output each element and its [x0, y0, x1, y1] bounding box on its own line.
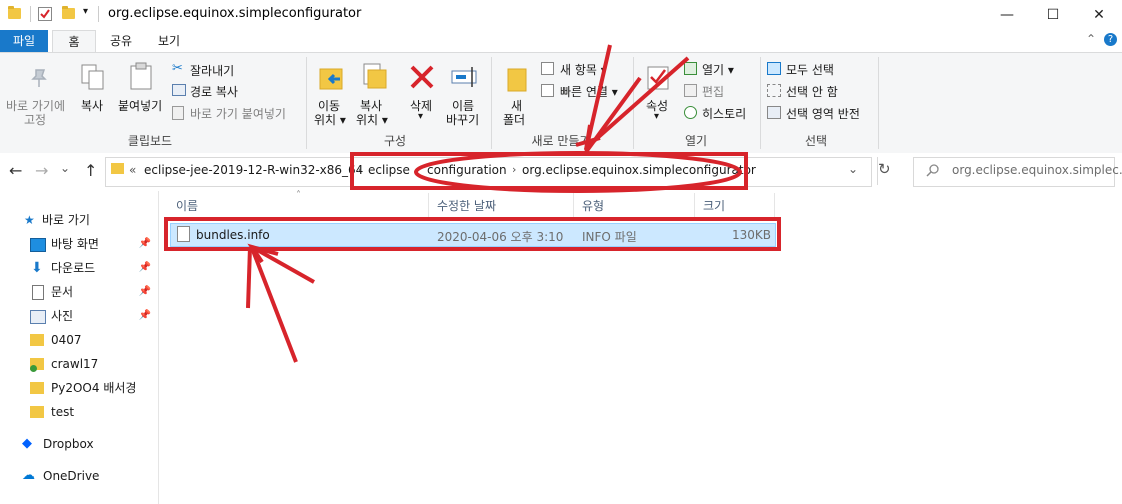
annotation-arrow-file-3	[250, 247, 298, 363]
annotation-arrowhead-address	[575, 124, 601, 151]
annotation-arrows	[246, 44, 742, 363]
annotation-arrow-file-1	[246, 246, 252, 309]
annotation-arrow-address-1	[584, 56, 690, 150]
annotation-ellipse	[414, 151, 742, 193]
